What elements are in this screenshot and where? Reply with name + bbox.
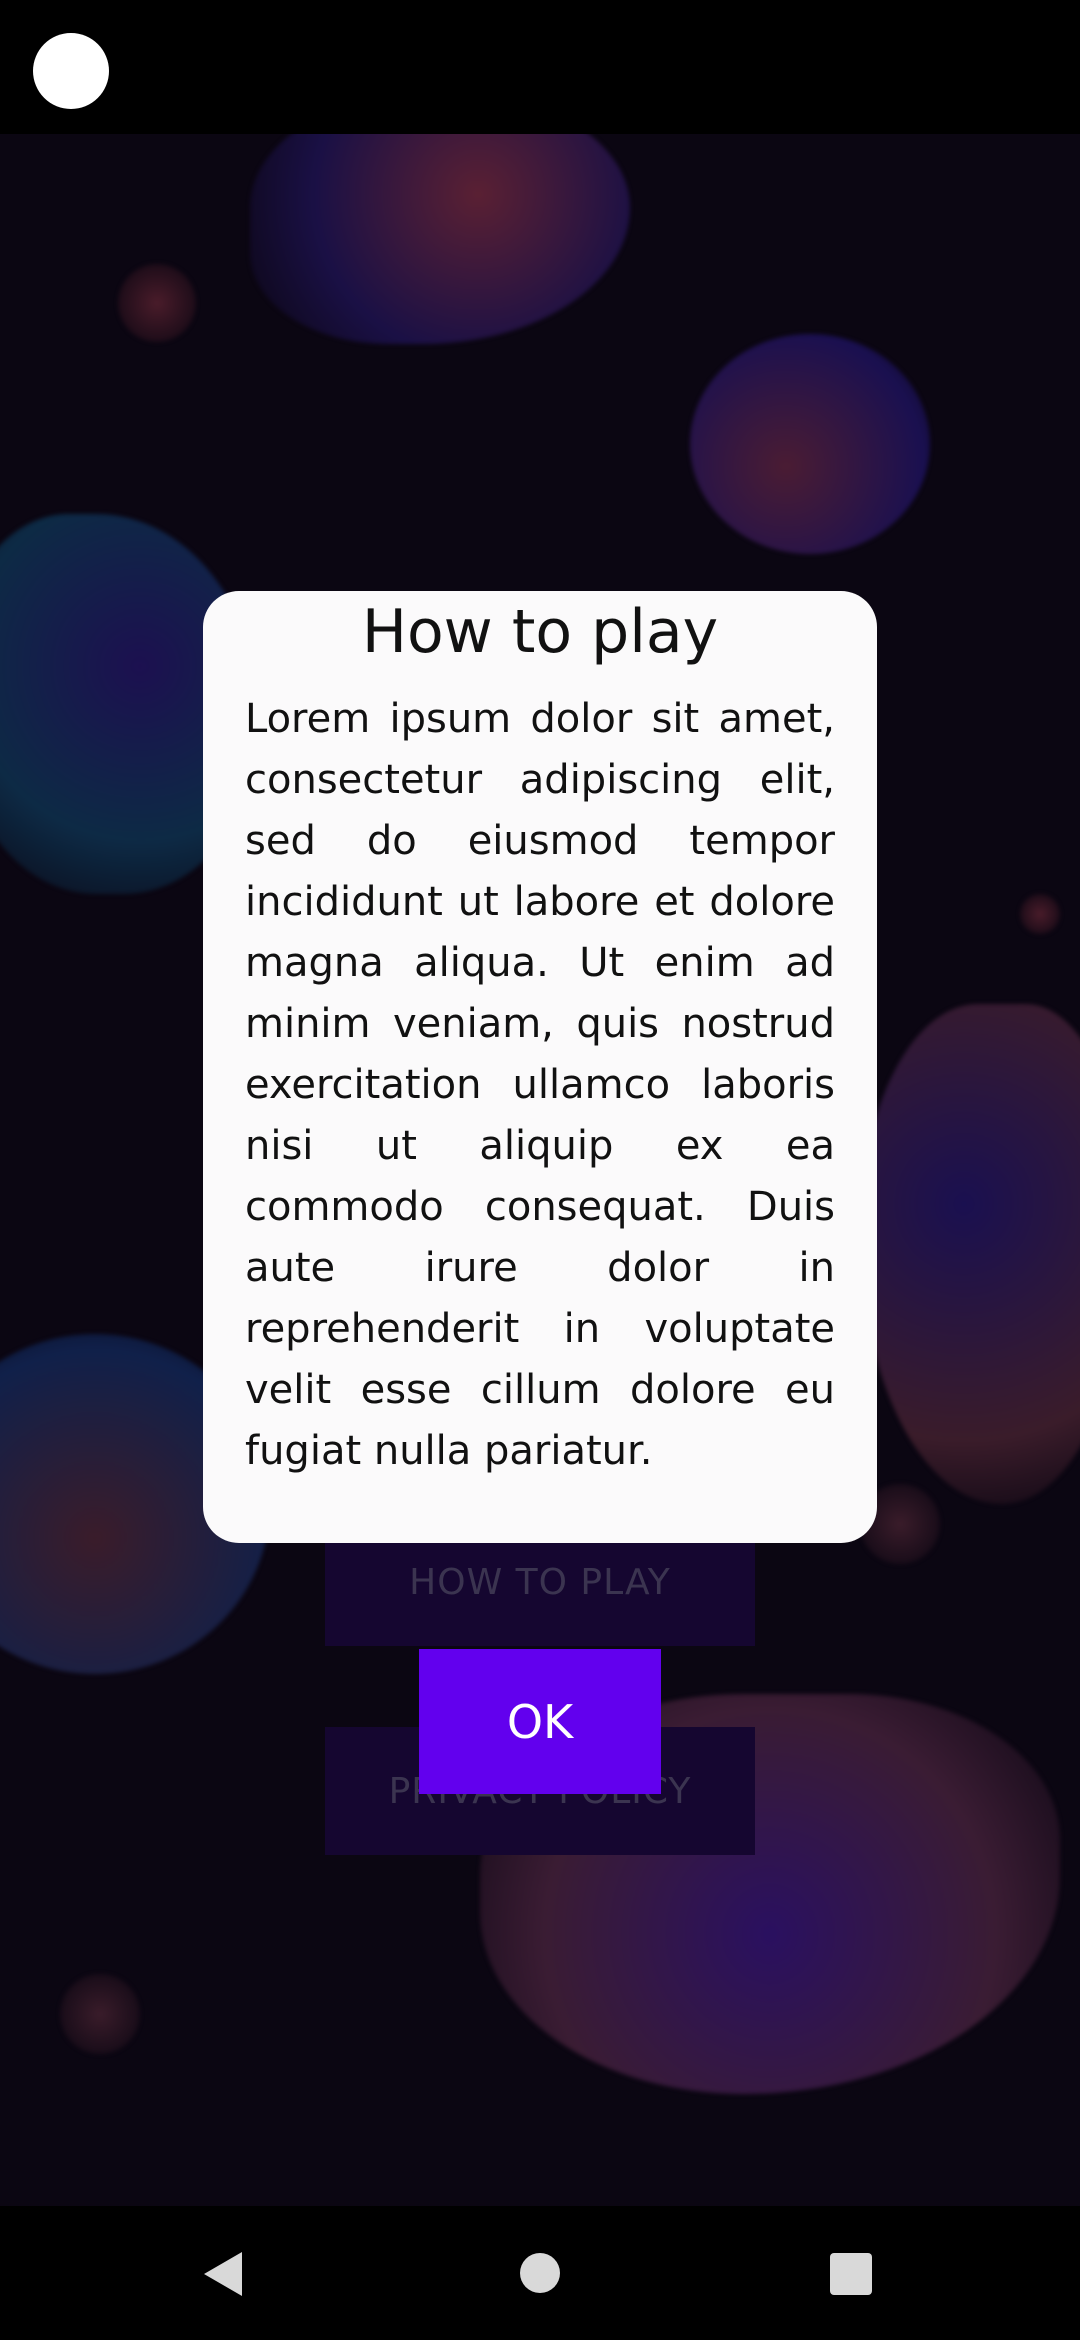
background-blob xyxy=(60,1974,140,2054)
recents-square-icon[interactable] xyxy=(830,2253,872,2295)
home-circle-icon[interactable] xyxy=(520,2253,560,2293)
background-blob xyxy=(860,1004,1080,1504)
how-to-play-dialog: How to play Lorem ipsum dolor sit amet, … xyxy=(203,591,877,1543)
background-blob xyxy=(1020,894,1060,934)
background-blob xyxy=(250,134,630,344)
back-triangle-icon[interactable] xyxy=(204,2252,242,2296)
dialog-body-text[interactable]: Lorem ipsum dolor sit amet, consectetur … xyxy=(245,689,835,1531)
front-camera-icon xyxy=(33,33,109,109)
background-blob xyxy=(690,334,930,554)
status-bar xyxy=(0,0,1080,134)
background-blob xyxy=(118,264,196,342)
phone-frame: HOW TO PLAY PRIVACY POLICY How to play L… xyxy=(0,0,1080,2340)
dialog-title: How to play xyxy=(361,597,719,667)
ok-button[interactable]: OK xyxy=(419,1649,661,1794)
